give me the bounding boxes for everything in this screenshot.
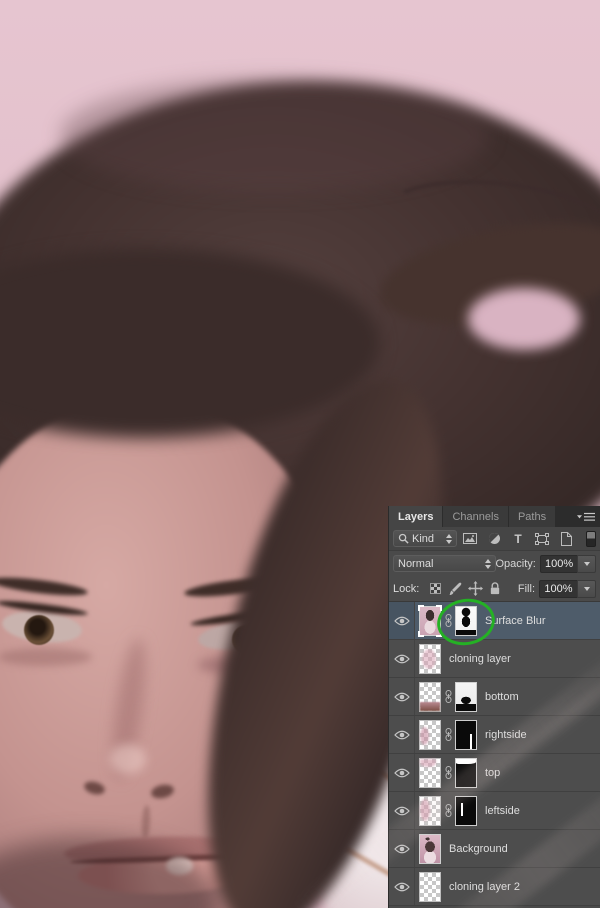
chevron-down-icon xyxy=(584,562,590,566)
lock-transparent-pixels-icon[interactable] xyxy=(425,580,445,597)
tab-paths-label: Paths xyxy=(518,511,546,523)
eye-icon xyxy=(394,844,410,854)
layer-thumbnail[interactable] xyxy=(419,720,441,750)
opacity-dropdown-button[interactable] xyxy=(577,555,596,573)
eye-icon xyxy=(394,692,410,702)
opacity-value[interactable]: 100% xyxy=(540,555,577,573)
visibility-toggle[interactable] xyxy=(389,868,415,905)
lock-all-icon[interactable] xyxy=(485,580,505,597)
layer-row-bottom[interactable]: bottom xyxy=(389,678,600,716)
link-icon xyxy=(441,728,455,741)
layer-thumbnail[interactable] xyxy=(419,644,441,674)
dropdown-spinner-icon xyxy=(446,534,452,544)
dropdown-spinner-icon xyxy=(485,559,491,569)
link-icon xyxy=(441,766,455,779)
filter-pixel-layers-icon[interactable] xyxy=(459,530,481,547)
chevron-down-icon xyxy=(584,587,590,591)
visibility-toggle[interactable] xyxy=(389,602,415,639)
tab-layers[interactable]: Layers xyxy=(389,506,443,527)
layer-thumbnail[interactable] xyxy=(419,834,441,864)
layer-name[interactable]: cloning layer xyxy=(449,653,511,665)
layer-row-top[interactable]: top xyxy=(389,754,600,792)
filter-type-layers-icon[interactable]: T xyxy=(507,530,529,547)
eye-icon xyxy=(394,730,410,740)
layer-row-cloning-layer[interactable]: cloning layer xyxy=(389,640,600,678)
visibility-toggle[interactable] xyxy=(389,754,415,791)
visibility-toggle[interactable] xyxy=(389,792,415,829)
tab-channels-label: Channels xyxy=(452,511,498,523)
layers-panel: Layers Channels Paths Kind T xyxy=(388,506,600,908)
tab-channels[interactable]: Channels xyxy=(443,506,508,527)
filter-smart-objects-icon[interactable] xyxy=(555,530,577,547)
filter-kind-label: Kind xyxy=(412,533,434,545)
layer-thumbnail[interactable] xyxy=(419,796,441,826)
blend-mode-dropdown[interactable]: Normal xyxy=(393,555,496,572)
layer-filter-row: Kind T xyxy=(389,527,600,550)
fill-dropdown-button[interactable] xyxy=(577,580,596,598)
opacity-label: Opacity: xyxy=(496,558,536,570)
fill-value[interactable]: 100% xyxy=(539,580,577,598)
eye-icon xyxy=(394,768,410,778)
visibility-toggle[interactable] xyxy=(389,830,415,867)
layer-row-cloning-layer-2[interactable]: cloning layer 2 xyxy=(389,868,600,906)
photo-background-gap xyxy=(468,288,580,350)
fill-label: Fill: xyxy=(518,583,535,595)
filter-adjustment-layers-icon[interactable] xyxy=(483,530,505,547)
photo-nose-highlight xyxy=(110,744,146,774)
eye-icon xyxy=(394,616,410,626)
layer-name[interactable]: cloning layer 2 xyxy=(449,881,520,893)
filter-kind-dropdown[interactable]: Kind xyxy=(393,530,457,547)
lock-position-icon[interactable] xyxy=(465,580,485,597)
filter-shape-layers-icon[interactable] xyxy=(531,530,553,547)
blend-mode-row: Normal Opacity: 100% xyxy=(389,550,600,576)
photo-left-iris xyxy=(24,615,54,645)
layer-row-leftside[interactable]: leftside xyxy=(389,792,600,830)
layer-row-background[interactable]: Background xyxy=(389,830,600,868)
layer-name[interactable]: leftside xyxy=(485,805,520,817)
lock-row: Lock: Fill: 100% xyxy=(389,576,600,602)
layer-mask-thumbnail[interactable] xyxy=(455,682,477,712)
photo-hair-wisps xyxy=(60,78,490,193)
layer-name[interactable]: rightside xyxy=(485,729,527,741)
layer-mask-thumbnail[interactable] xyxy=(455,796,477,826)
layer-name[interactable]: bottom xyxy=(485,691,519,703)
panel-tab-bar: Layers Channels Paths xyxy=(389,506,600,527)
tab-paths[interactable]: Paths xyxy=(509,506,556,527)
photo-left-undereye xyxy=(0,648,92,666)
blend-mode-value: Normal xyxy=(398,558,433,570)
photoshop-canvas: Layers Channels Paths Kind T xyxy=(0,0,600,908)
layer-mask-thumbnail[interactable] xyxy=(455,720,477,750)
layer-name[interactable]: top xyxy=(485,767,500,779)
layer-thumbnail[interactable] xyxy=(419,758,441,788)
panel-menu-button[interactable] xyxy=(572,506,600,527)
layer-list: Surface Blur cloning layer bottom xyxy=(389,602,600,908)
layer-filtering-toggle[interactable] xyxy=(586,531,596,547)
visibility-toggle[interactable] xyxy=(389,678,415,715)
lock-label: Lock: xyxy=(393,583,419,595)
link-icon xyxy=(441,690,455,703)
eye-icon xyxy=(394,654,410,664)
layer-row-rightside[interactable]: rightside xyxy=(389,716,600,754)
layer-mask-thumbnail[interactable] xyxy=(455,758,477,788)
eye-icon xyxy=(394,806,410,816)
layer-thumbnail[interactable] xyxy=(419,872,441,902)
lock-image-pixels-icon[interactable] xyxy=(445,580,465,597)
tab-layers-label: Layers xyxy=(398,511,433,523)
visibility-toggle[interactable] xyxy=(389,716,415,753)
link-icon xyxy=(441,804,455,817)
layer-thumbnail[interactable] xyxy=(419,682,441,712)
eye-icon xyxy=(394,882,410,892)
search-icon xyxy=(398,533,409,544)
visibility-toggle[interactable] xyxy=(389,640,415,677)
layer-name[interactable]: Background xyxy=(449,843,508,855)
panel-menu-icon xyxy=(577,512,595,522)
